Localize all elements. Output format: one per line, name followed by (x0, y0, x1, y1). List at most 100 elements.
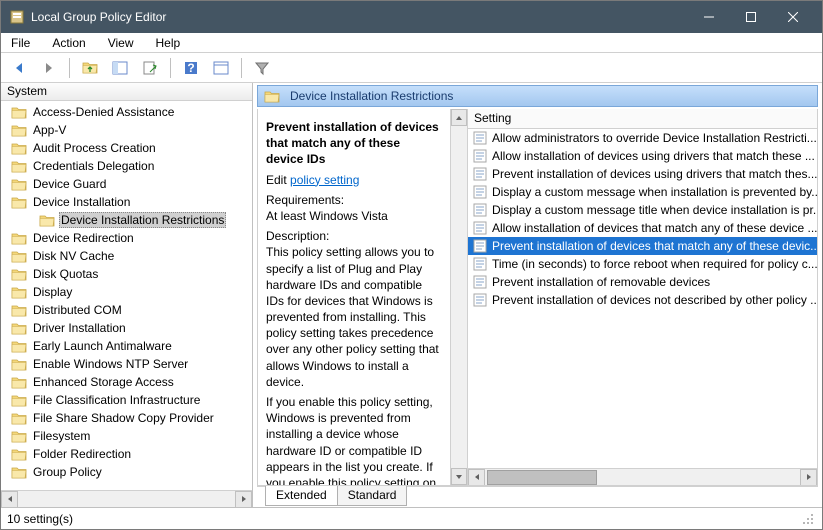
tree-body[interactable]: Access-Denied Assistance App-V Audit Proce… (1, 101, 252, 490)
menu-view[interactable]: View (104, 35, 138, 51)
tree-item[interactable]: File Classification Infrastructure (1, 391, 252, 409)
setting-icon (472, 166, 488, 182)
show-hide-tree-button[interactable] (108, 56, 132, 80)
maximize-button[interactable] (730, 1, 772, 33)
tree-item[interactable]: Filesystem (1, 427, 252, 445)
setting-item[interactable]: Allow installation of devices using driv… (468, 147, 817, 165)
setting-item[interactable]: Prevent installation of devices using dr… (468, 165, 817, 183)
tree-item-label: File Share Shadow Copy Provider (31, 411, 216, 425)
tree-item[interactable]: App-V (1, 121, 252, 139)
tree-item[interactable]: Device Guard (1, 175, 252, 193)
setting-item[interactable]: Allow installation of devices that match… (468, 219, 817, 237)
tree-header: System (1, 83, 252, 101)
tree-horizontal-scrollbar[interactable] (1, 490, 252, 507)
tree-item-label: Device Installation Restrictions (59, 212, 226, 228)
scroll-right-icon[interactable] (235, 491, 252, 508)
folder-icon (11, 123, 27, 137)
menu-action[interactable]: Action (48, 35, 89, 51)
settings-list-body[interactable]: Allow administrators to override Device … (468, 129, 817, 468)
tree-item[interactable]: Driver Installation (1, 319, 252, 337)
tree-item[interactable]: Distributed COM (1, 301, 252, 319)
tree-item[interactable]: Credentials Delegation (1, 157, 252, 175)
description-column: Prevent installation of devices that mat… (258, 109, 468, 485)
tree-item[interactable]: Device Installation Restrictions (1, 211, 252, 229)
up-button[interactable] (78, 56, 102, 80)
folder-icon (11, 303, 27, 317)
minimize-button[interactable] (688, 1, 730, 33)
tree-item[interactable]: Device Installation (1, 193, 252, 211)
settings-horizontal-scrollbar[interactable] (468, 468, 817, 485)
folder-icon (11, 393, 27, 407)
tree-item[interactable]: Enable Windows NTP Server (1, 355, 252, 373)
setting-item[interactable]: Prevent installation of devices that mat… (468, 237, 817, 255)
setting-item[interactable]: Display a custom message title when devi… (468, 201, 817, 219)
setting-item[interactable]: Display a custom message when installati… (468, 183, 817, 201)
folder-icon (11, 375, 27, 389)
tree-item[interactable]: Disk Quotas (1, 265, 252, 283)
description-vertical-scrollbar[interactable] (450, 109, 467, 485)
tree-item-label: App-V (31, 123, 68, 137)
edit-label: Edit (266, 173, 287, 187)
tree-item[interactable]: Audit Process Creation (1, 139, 252, 157)
tree-item-label: Filesystem (31, 429, 92, 443)
tree-item[interactable]: Device Redirection (1, 229, 252, 247)
help-button[interactable]: ? (179, 56, 203, 80)
scroll-up-icon[interactable] (451, 109, 467, 126)
export-button[interactable] (138, 56, 162, 80)
tree-item[interactable]: File Share Shadow Copy Provider (1, 409, 252, 427)
forward-button[interactable] (37, 56, 61, 80)
setting-label: Prevent installation of devices that mat… (492, 239, 817, 253)
scroll-right-icon[interactable] (800, 469, 817, 486)
folder-icon (11, 195, 27, 209)
tree-item[interactable]: Display (1, 283, 252, 301)
folder-icon (11, 105, 27, 119)
menu-help[interactable]: Help (152, 35, 185, 51)
tab-extended[interactable]: Extended (265, 486, 338, 506)
tree-item-label: Display (31, 285, 74, 299)
setting-label: Display a custom message when installati… (492, 185, 817, 199)
description-text-2: If you enable this policy setting, Windo… (266, 394, 439, 485)
scroll-left-icon[interactable] (468, 469, 485, 486)
scroll-left-icon[interactable] (1, 491, 18, 508)
setting-item[interactable]: Allow administrators to override Device … (468, 129, 817, 147)
setting-icon (472, 256, 488, 272)
settings-column-header[interactable]: Setting (468, 109, 817, 129)
back-button[interactable] (7, 56, 31, 80)
setting-item[interactable]: Time (in seconds) to force reboot when r… (468, 255, 817, 273)
folder-icon (11, 249, 27, 263)
tab-standard[interactable]: Standard (337, 486, 408, 506)
folder-icon (11, 429, 27, 443)
resize-grip-icon[interactable] (800, 511, 816, 527)
setting-label: Prevent installation of removable device… (492, 275, 710, 289)
setting-icon (472, 274, 488, 290)
tree-item[interactable]: Enhanced Storage Access (1, 373, 252, 391)
scrollbar-thumb[interactable] (487, 470, 597, 485)
requirements-heading: Requirements: (266, 193, 344, 207)
close-button[interactable] (772, 1, 814, 33)
properties-button[interactable] (209, 56, 233, 80)
tree-item-label: Device Installation (31, 195, 132, 209)
tree-item[interactable]: Access-Denied Assistance (1, 103, 252, 121)
tree-item[interactable]: Group Policy (1, 463, 252, 481)
setting-item[interactable]: Prevent installation of removable device… (468, 273, 817, 291)
folder-icon (11, 411, 27, 425)
tree-item-label: Folder Redirection (31, 447, 133, 461)
folder-icon (11, 267, 27, 281)
folder-icon (11, 285, 27, 299)
setting-item[interactable]: Prevent installation of devices not desc… (468, 291, 817, 309)
menu-file[interactable]: File (7, 35, 34, 51)
tree-item[interactable]: Early Launch Antimalware (1, 337, 252, 355)
policy-setting-link[interactable]: policy setting (290, 173, 359, 187)
folder-icon (11, 231, 27, 245)
scroll-down-icon[interactable] (451, 468, 467, 485)
tree-item[interactable]: Folder Redirection (1, 445, 252, 463)
setting-label: Allow administrators to override Device … (492, 131, 817, 145)
tree-item[interactable]: Disk NV Cache (1, 247, 252, 265)
detail-pane: Device Installation Restrictions Prevent… (253, 83, 822, 507)
filter-button[interactable] (250, 56, 274, 80)
folder-icon (11, 159, 27, 173)
tree-item-label: Device Redirection (31, 231, 136, 245)
status-bar: 10 setting(s) (1, 507, 822, 529)
menu-bar: File Action View Help (1, 33, 822, 53)
setting-icon (472, 184, 488, 200)
